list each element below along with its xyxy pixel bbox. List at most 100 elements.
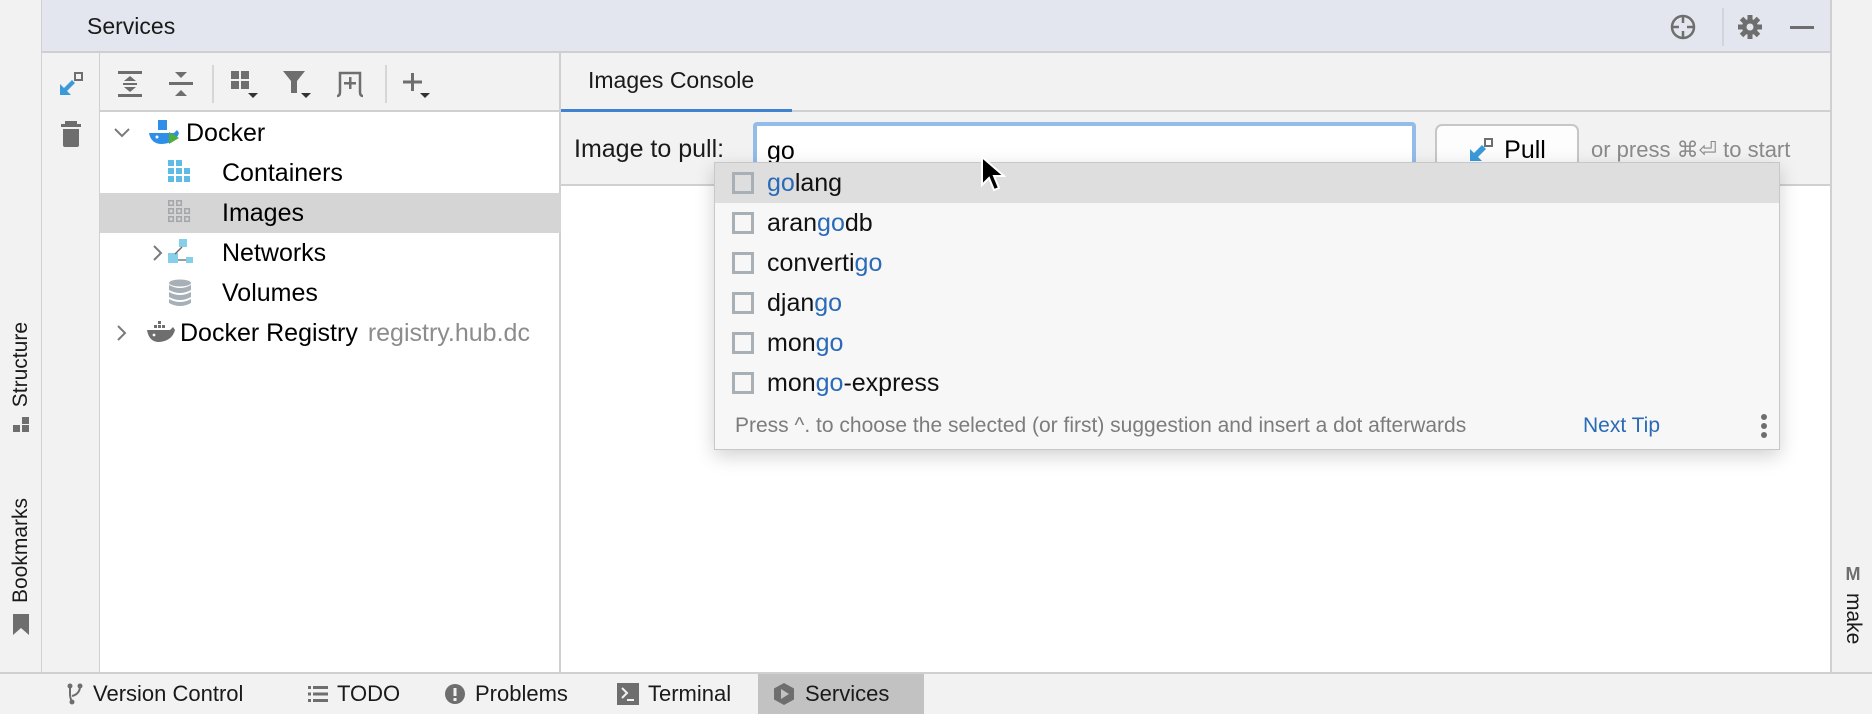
autocomplete-popup: golang arangodb convertigo django mongo … bbox=[714, 162, 1780, 450]
expand-all-icon bbox=[118, 71, 142, 97]
tree-item-label: Docker bbox=[186, 118, 266, 147]
filter-icon bbox=[283, 71, 311, 98]
tree-item-label: Networks bbox=[222, 238, 327, 267]
bottom-tab-label: Version Control bbox=[93, 681, 244, 706]
locate-button[interactable] bbox=[1668, 12, 1698, 42]
attach-button[interactable] bbox=[56, 69, 86, 99]
next-tip-link[interactable]: Next Tip bbox=[1583, 414, 1660, 438]
delete-button[interactable] bbox=[56, 119, 86, 149]
image-icon bbox=[732, 172, 754, 194]
bookmarks-tool-tab[interactable]: Bookmarks bbox=[0, 498, 42, 637]
bookmarks-tab-label: Bookmarks bbox=[9, 498, 32, 604]
problems-icon bbox=[445, 684, 465, 704]
collapse-all-button[interactable] bbox=[164, 67, 198, 101]
docker-registry-icon bbox=[146, 321, 175, 349]
terminal-icon bbox=[617, 683, 639, 705]
suggestion-item[interactable]: golang bbox=[715, 163, 1779, 203]
suggestion-item[interactable]: convertigo bbox=[715, 243, 1779, 283]
locate-icon bbox=[1670, 14, 1696, 40]
chevron-right-icon[interactable] bbox=[148, 243, 168, 263]
bottom-tab-label: Services bbox=[805, 681, 890, 706]
tree-item-volumes[interactable]: Volumes bbox=[100, 273, 561, 313]
tree-item-label: Docker Registry registry.hub.dc bbox=[180, 319, 530, 348]
gear-icon bbox=[1738, 15, 1762, 39]
toolbar-separator bbox=[212, 65, 214, 103]
images-icon bbox=[168, 200, 196, 228]
open-in-new-tab-button[interactable] bbox=[333, 67, 367, 101]
bottom-tab-label: TODO bbox=[337, 681, 401, 706]
collapse-all-icon bbox=[169, 72, 193, 96]
left-tool-stripe: Structure Bookmarks bbox=[0, 0, 42, 672]
volumes-icon bbox=[168, 279, 196, 307]
group-by-icon bbox=[231, 71, 258, 98]
expand-all-button[interactable] bbox=[113, 67, 147, 101]
right-tool-stripe: M make bbox=[1830, 0, 1872, 672]
tree-item-label: Images bbox=[222, 198, 304, 227]
attach-icon bbox=[60, 72, 83, 95]
chevron-right-icon[interactable] bbox=[112, 323, 132, 343]
bottom-tab-version-control[interactable]: Version Control bbox=[52, 674, 257, 714]
suggestion-text: django bbox=[767, 288, 843, 317]
containers-icon bbox=[168, 160, 196, 188]
tree-item-label: Volumes bbox=[222, 278, 318, 307]
filter-button[interactable] bbox=[280, 67, 314, 101]
bottom-tab-label: Problems bbox=[475, 681, 568, 706]
tree-item-images[interactable]: Images bbox=[100, 193, 561, 233]
suggestion-text: convertigo bbox=[767, 248, 883, 277]
settings-button[interactable] bbox=[1735, 12, 1765, 42]
vcs-branch-icon bbox=[67, 683, 83, 705]
suggestion-text: golang bbox=[767, 168, 843, 197]
popup-footer: Press ^. to choose the selected (or firs… bbox=[715, 406, 1779, 446]
console-tabbar: Images Console bbox=[561, 53, 1830, 114]
bottom-tab-services[interactable]: Services bbox=[758, 674, 924, 714]
tab-images-console[interactable]: Images Console bbox=[561, 53, 792, 114]
group-by-button[interactable] bbox=[227, 67, 261, 101]
pull-button-label: Pull bbox=[1504, 135, 1546, 164]
image-icon bbox=[732, 252, 754, 274]
hide-button[interactable] bbox=[1787, 12, 1817, 42]
tool-window-header: Services bbox=[42, 0, 1830, 53]
tree-toolbar bbox=[100, 53, 559, 112]
toolbar-separator bbox=[385, 65, 387, 103]
suggestion-item[interactable]: django bbox=[715, 283, 1779, 323]
image-icon bbox=[732, 212, 754, 234]
image-icon bbox=[732, 332, 754, 354]
chevron-down-icon[interactable] bbox=[112, 123, 132, 143]
bookmark-icon bbox=[13, 614, 29, 636]
pull-shortcut-hint: or press ⌘⏎ to start bbox=[1591, 137, 1791, 162]
services-icon bbox=[774, 683, 794, 705]
structure-icon bbox=[13, 417, 29, 433]
make-icon: M bbox=[1845, 564, 1861, 584]
pull-icon bbox=[1470, 138, 1494, 161]
tree-item-docker-registry[interactable]: Docker Registry registry.hub.dc bbox=[100, 313, 561, 353]
bottom-tab-label: Terminal bbox=[648, 681, 732, 706]
suggestion-item[interactable]: mongo bbox=[715, 323, 1779, 363]
tree-item-networks[interactable]: Networks bbox=[100, 233, 561, 273]
structure-tool-tab[interactable]: Structure bbox=[0, 322, 42, 435]
more-vertical-icon bbox=[1761, 414, 1767, 438]
image-icon bbox=[732, 372, 754, 394]
make-tab-label: make bbox=[1842, 593, 1865, 645]
suggestion-text: mongo bbox=[767, 328, 844, 357]
suggestion-item[interactable]: mongo-express bbox=[715, 363, 1779, 403]
header-separator bbox=[1722, 8, 1724, 46]
services-actions-column bbox=[42, 53, 100, 672]
registry-name: Docker Registry bbox=[180, 318, 358, 347]
bottom-tool-bar: Version Control TODO Problems Terminal S… bbox=[0, 672, 1872, 714]
tool-window-title: Services bbox=[87, 13, 176, 39]
bottom-tab-todo[interactable]: TODO bbox=[294, 674, 414, 714]
completion-tip: Press ^. to choose the selected (or firs… bbox=[735, 414, 1467, 437]
tree-item-containers[interactable]: Containers bbox=[100, 153, 561, 193]
networks-icon bbox=[168, 239, 196, 267]
image-icon bbox=[732, 292, 754, 314]
suggestion-item[interactable]: arangodb bbox=[715, 203, 1779, 243]
registry-url: registry.hub.dc bbox=[367, 318, 530, 347]
make-tool-tab[interactable]: M make bbox=[1832, 564, 1872, 644]
more-options-button[interactable] bbox=[1759, 412, 1769, 440]
bottom-tab-problems[interactable]: Problems bbox=[430, 674, 582, 714]
add-service-button[interactable] bbox=[400, 67, 434, 101]
structure-tab-label: Structure bbox=[9, 322, 32, 408]
bottom-tab-terminal[interactable]: Terminal bbox=[603, 674, 745, 714]
tree-item-label: Containers bbox=[222, 158, 343, 187]
tree-item-docker[interactable]: Docker bbox=[100, 113, 561, 153]
